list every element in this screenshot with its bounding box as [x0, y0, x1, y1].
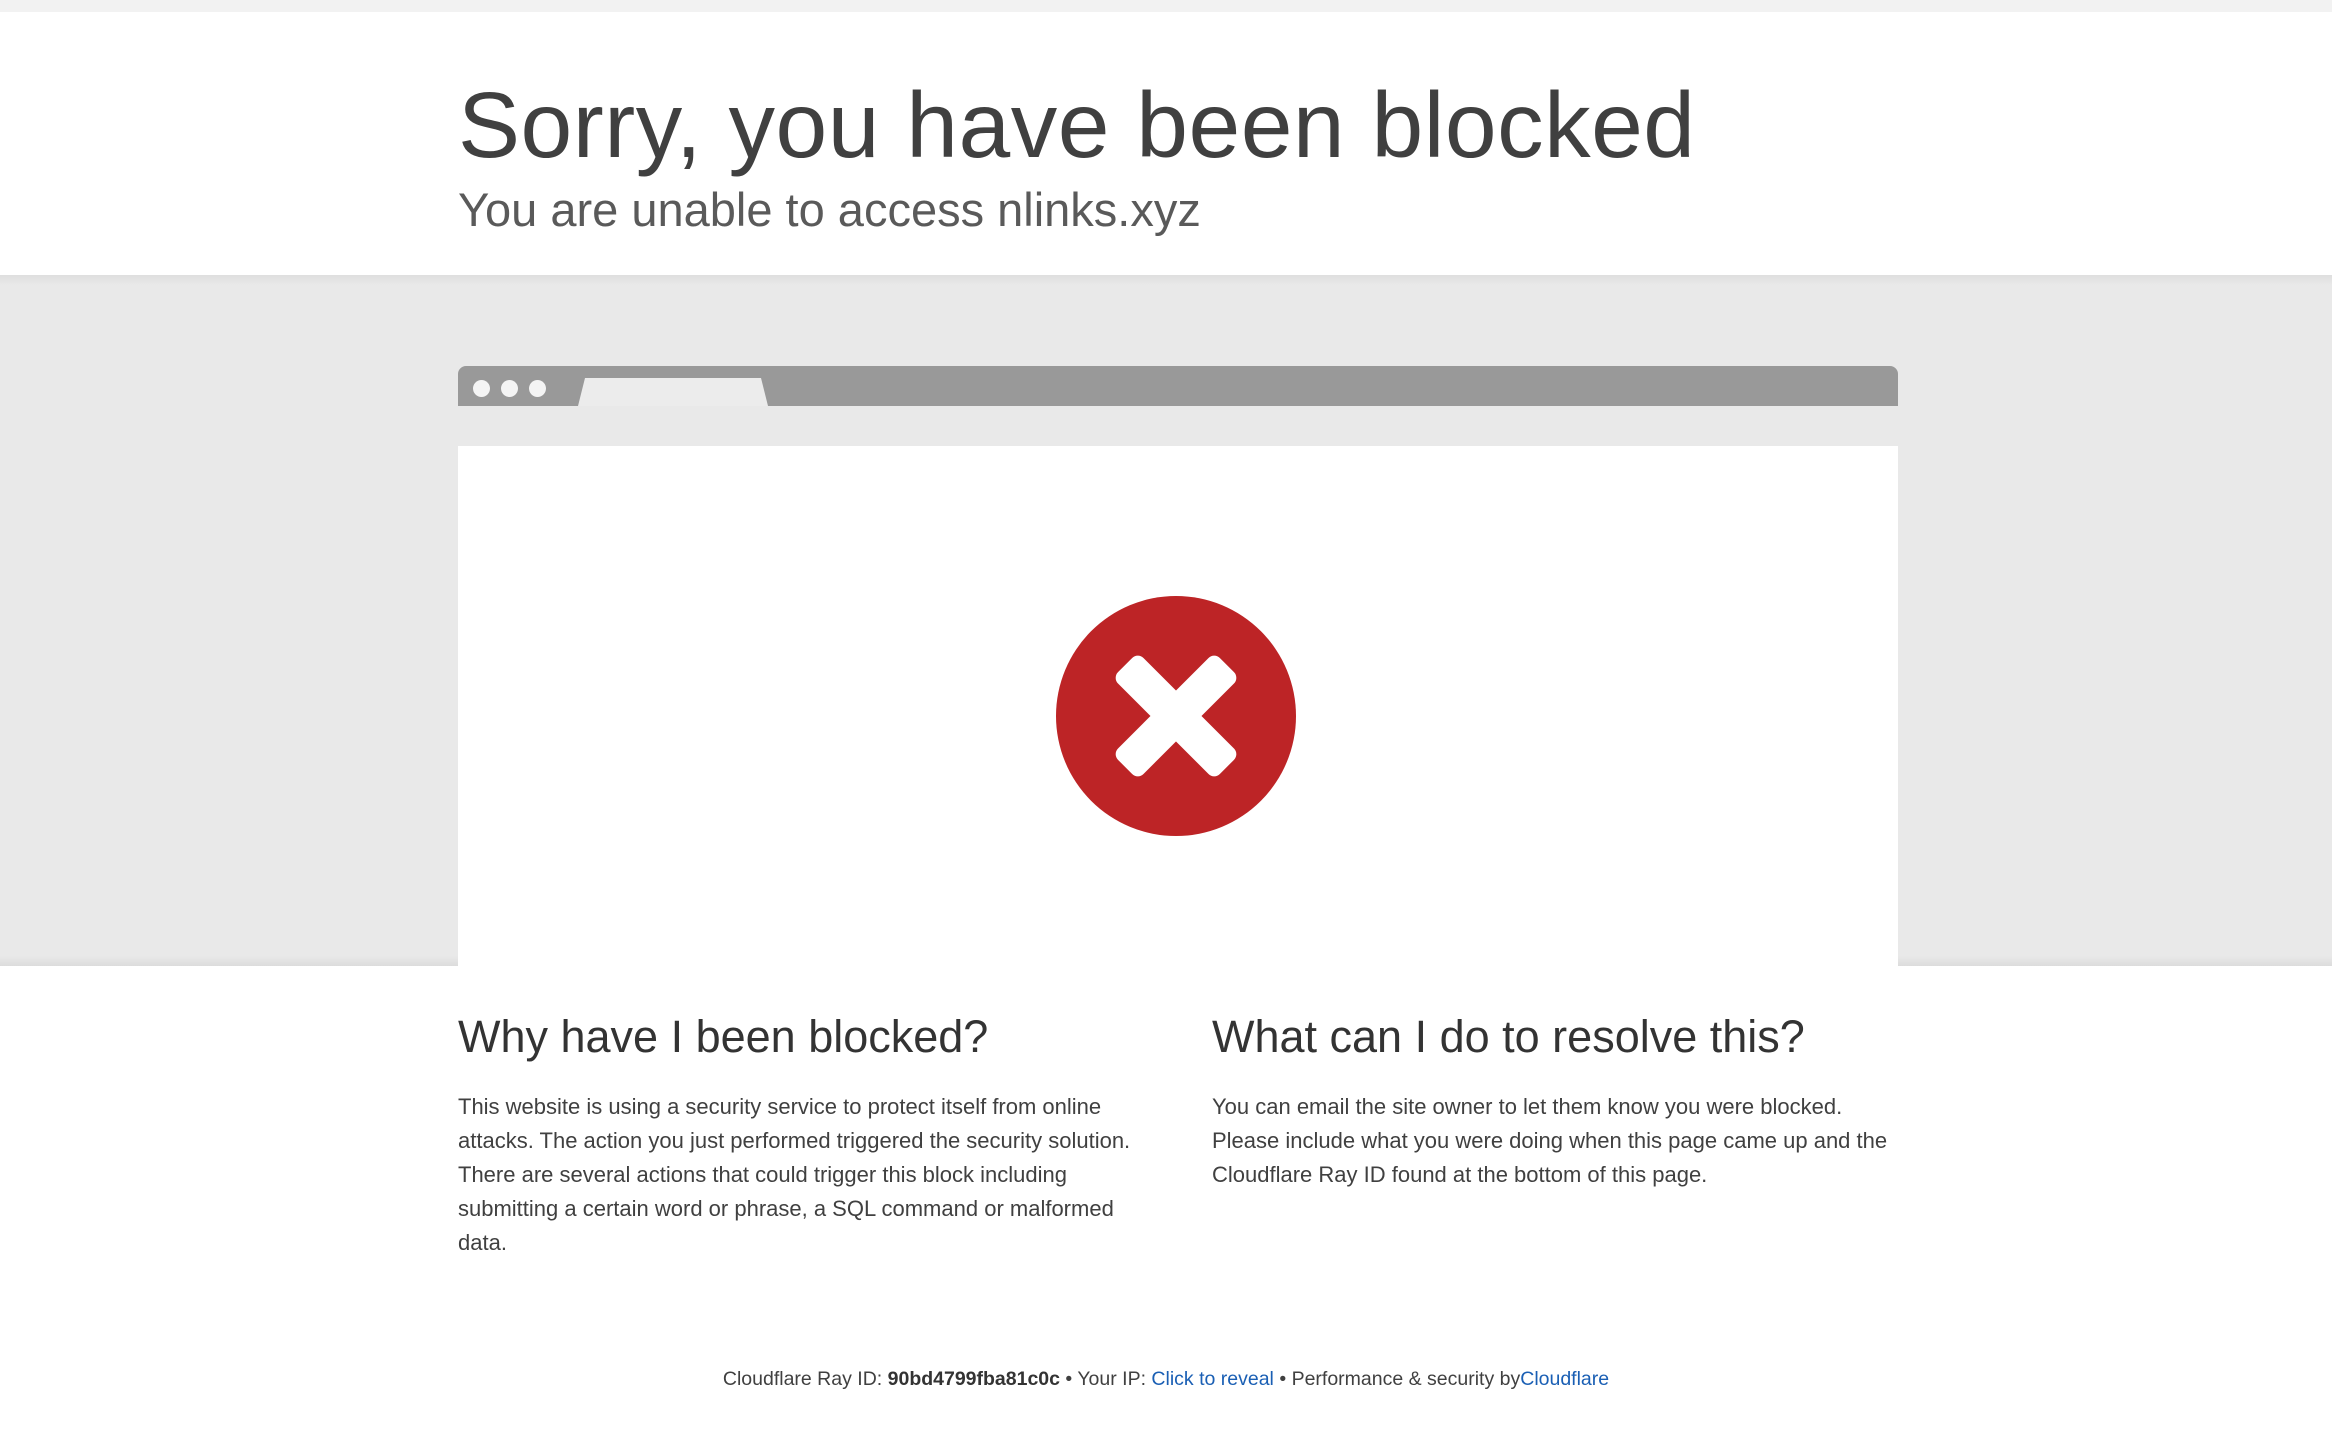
resolve-section: What can I do to resolve this? You can e…: [1212, 1010, 1902, 1192]
page-title: Sorry, you have been blocked: [458, 73, 1696, 177]
resolve-text: You can email the site owner to let them…: [1212, 1094, 1888, 1187]
footer-separator: •: [1279, 1368, 1287, 1390]
browser-tab-shape: [578, 378, 768, 406]
why-blocked-heading: Why have I been blocked?: [458, 1011, 989, 1062]
footer: Cloudflare Ray ID: 90bd4799fba81c0c • Yo…: [0, 1368, 2332, 1391]
window-dot-icon: [501, 380, 518, 397]
ip-label: Your IP:: [1077, 1368, 1146, 1390]
resolve-heading: What can I do to resolve this?: [1212, 1011, 1805, 1062]
browser-illustration-window: [458, 446, 1898, 966]
error-x-icon: [1056, 596, 1296, 836]
page-header: Sorry, you have been blocked You are una…: [0, 12, 2332, 275]
why-blocked-text: This website is using a security service…: [458, 1094, 1131, 1255]
ray-id-value: 90bd4799fba81c0c: [887, 1368, 1060, 1390]
window-dot-icon: [529, 380, 546, 397]
ray-id-label: Cloudflare Ray ID:: [722, 1368, 883, 1390]
performance-label: Performance & security by: [1291, 1368, 1521, 1390]
browser-illustration-frame: [458, 366, 1898, 406]
why-blocked-section: Why have I been blocked? This website is…: [458, 1010, 1148, 1260]
cloudflare-link[interactable]: Cloudflare: [1520, 1368, 1609, 1390]
top-strip: [0, 0, 2332, 12]
page-subtitle: You are unable to access nlinks.xyz: [458, 183, 1201, 236]
window-dot-icon: [473, 380, 490, 397]
footer-separator: •: [1065, 1368, 1073, 1390]
reveal-ip-link[interactable]: Click to reveal: [1151, 1368, 1273, 1390]
